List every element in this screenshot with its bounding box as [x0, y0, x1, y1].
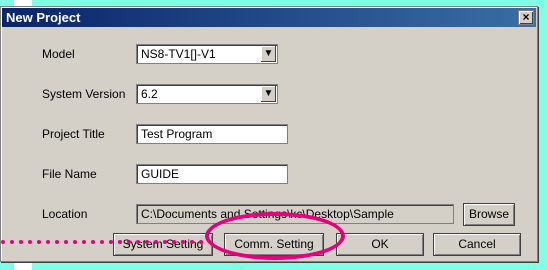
comm-setting-button[interactable]: Comm. Setting	[224, 233, 324, 256]
chevron-down-icon[interactable]: ▼	[260, 86, 276, 102]
system-version-select[interactable]: 6.2 ▼	[136, 84, 278, 104]
new-project-dialog: New Project × Model NS8-TV1[]-V1 ▼ Syste…	[0, 6, 538, 262]
file-name-value: GUIDE	[141, 167, 180, 181]
browse-button[interactable]: Browse	[463, 203, 515, 226]
file-name-label: File Name	[42, 167, 97, 181]
system-version-value: 6.2	[141, 87, 158, 101]
model-label: Model	[42, 47, 75, 61]
location-label: Location	[42, 207, 88, 221]
cancel-button[interactable]: Cancel	[433, 233, 521, 256]
chevron-down-icon[interactable]: ▼	[260, 46, 276, 62]
close-icon: ×	[522, 10, 530, 24]
ok-button[interactable]: OK	[336, 233, 424, 256]
annotation-dotted-line	[1, 240, 203, 244]
system-version-label: System Version	[42, 87, 126, 101]
window-title: New Project	[6, 10, 81, 25]
file-name-input[interactable]: GUIDE	[136, 164, 288, 184]
close-button[interactable]: ×	[518, 10, 534, 25]
project-title-label: Project Title	[42, 127, 105, 141]
project-title-input[interactable]: Test Program	[136, 124, 288, 144]
titlebar: New Project ×	[2, 8, 536, 27]
project-title-value: Test Program	[141, 127, 213, 141]
location-field: C:\Documents and Settings\kc\Desktop\Sam…	[136, 204, 454, 224]
model-select[interactable]: NS8-TV1[]-V1 ▼	[136, 44, 278, 64]
model-value: NS8-TV1[]-V1	[141, 47, 216, 61]
location-value: C:\Documents and Settings\kc\Desktop\Sam…	[141, 207, 394, 221]
